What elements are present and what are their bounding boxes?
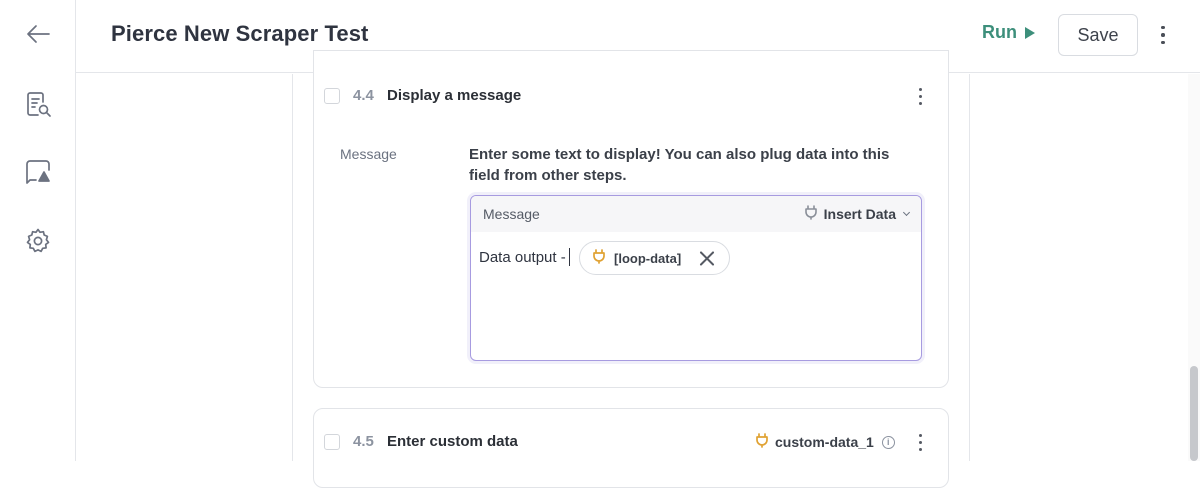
back-arrow-icon[interactable] <box>22 18 54 50</box>
insert-data-label: Insert Data <box>824 206 896 222</box>
step-menu-icon[interactable] <box>915 429 925 455</box>
column-divider-right <box>969 74 970 461</box>
text-caret <box>569 248 570 266</box>
step-title: Enter custom data <box>387 433 518 450</box>
save-button[interactable]: Save <box>1058 14 1138 56</box>
message-editor-label: Message <box>483 206 540 222</box>
step-menu-icon[interactable] <box>915 83 925 109</box>
plug-icon <box>755 433 769 451</box>
column-divider-left <box>292 74 293 461</box>
run-button[interactable]: Run <box>982 22 1035 43</box>
close-icon[interactable] <box>699 250 715 266</box>
chevron-down-icon <box>903 209 910 216</box>
insert-data-button[interactable]: Insert Data <box>804 205 909 223</box>
step-number: 4.5 <box>353 433 374 450</box>
step-number: 4.4 <box>353 87 374 104</box>
document-search-icon[interactable] <box>22 88 54 120</box>
data-pill-loop-data[interactable]: [loop-data] <box>579 241 730 275</box>
message-field-label: Message <box>340 146 397 162</box>
plug-icon <box>592 249 606 267</box>
step-checkbox[interactable] <box>324 434 340 450</box>
left-rail <box>0 0 76 461</box>
scrollbar-thumb[interactable] <box>1190 366 1198 461</box>
play-icon <box>1025 27 1035 39</box>
alert-chat-icon[interactable] <box>22 156 54 188</box>
run-label: Run <box>982 22 1017 43</box>
plug-icon <box>804 205 818 223</box>
message-field-description: Enter some text to display! You can also… <box>469 144 919 186</box>
step-checkbox[interactable] <box>324 88 340 104</box>
more-options-icon[interactable] <box>1157 22 1169 48</box>
output-variable-name: custom-data_1 <box>775 434 874 450</box>
page-title: Pierce New Scraper Test <box>111 21 368 47</box>
message-editor[interactable]: Message Insert Data Data output - [loop-… <box>470 195 922 361</box>
gear-icon[interactable] <box>22 225 54 257</box>
message-editor-content[interactable]: Data output - <box>479 248 570 266</box>
output-variable: custom-data_1 i <box>755 433 895 451</box>
step-title: Display a message <box>387 87 521 104</box>
message-text: Data output - <box>479 249 566 266</box>
step-card-enter-custom-data: 4.5 Enter custom data custom-data_1 i <box>313 408 949 488</box>
info-icon[interactable]: i <box>882 436 895 449</box>
message-editor-header: Message Insert Data <box>471 196 921 232</box>
data-pill-label: [loop-data] <box>614 251 681 266</box>
